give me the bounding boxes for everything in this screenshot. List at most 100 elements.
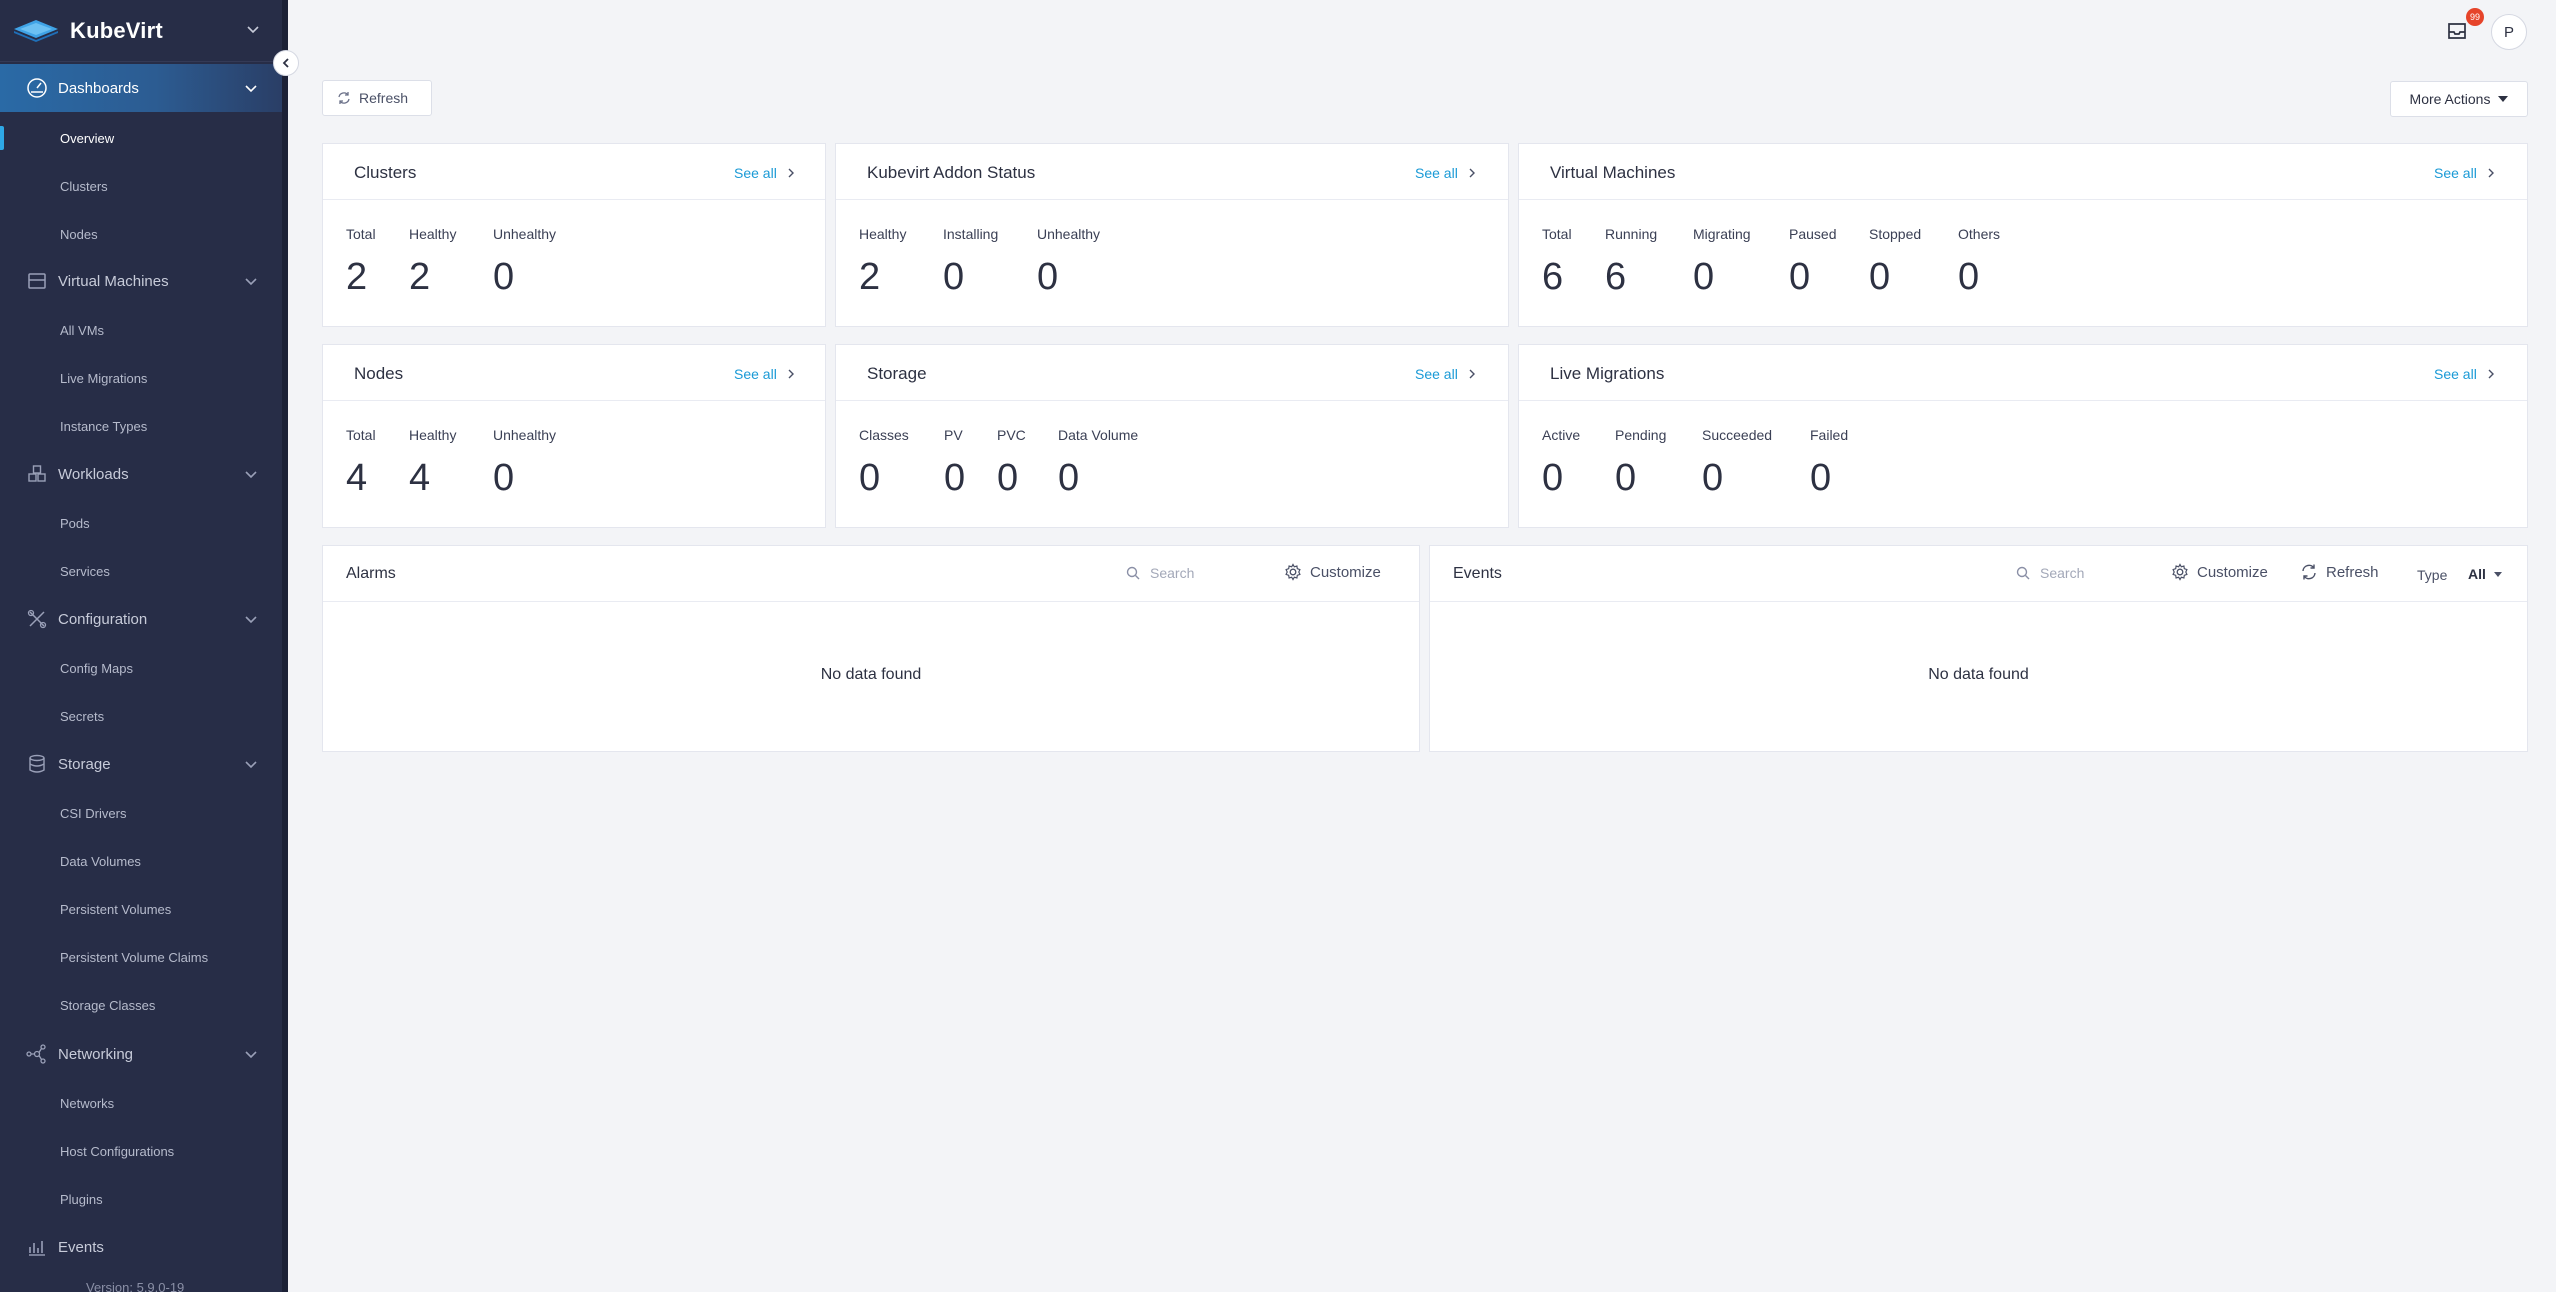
sidebar-group-dashboards[interactable]: Dashboards — [0, 64, 282, 112]
sidebar-item-all-vms[interactable]: All VMs — [0, 310, 282, 350]
see-all-link[interactable]: See all — [2434, 366, 2495, 382]
sidebar-item-csi-drivers[interactable]: CSI Drivers — [0, 793, 282, 833]
stat-value: 0 — [1789, 256, 1811, 298]
version-text: Version: 5.9.0-19 — [86, 1280, 185, 1292]
stat-label: Unhealthy — [1037, 226, 1101, 242]
sidebar-group-label: Workloads — [58, 465, 129, 483]
events-search-input[interactable]: Search — [2016, 565, 2084, 581]
live-migrations-card: Live Migrations See all Active 0 Pending 0… — [1518, 344, 2528, 528]
stat-value: 0 — [1058, 457, 1080, 499]
stat-label: Total — [346, 226, 376, 242]
dashboard-icon — [27, 78, 47, 98]
brand[interactable]: KubeVirt — [0, 0, 288, 62]
see-all-link[interactable]: See all — [734, 165, 795, 181]
refresh-icon — [2302, 564, 2316, 580]
stat-label: Healthy — [409, 226, 457, 242]
stat-pending: Pending 0 — [1615, 427, 1666, 500]
see-all-link[interactable]: See all — [734, 366, 795, 382]
chevron-right-icon — [2488, 369, 2494, 379]
alarms-empty-state: No data found — [820, 666, 922, 683]
stat-total: Total 2 — [346, 226, 376, 299]
type-filter-label: Type — [2417, 567, 2448, 583]
sidebar-item-host-configurations[interactable]: Host Configurations — [0, 1131, 282, 1171]
alarms-header: Alarms Search Customize — [323, 546, 1419, 602]
see-all-label: See all — [2434, 366, 2477, 382]
card-title: Nodes — [354, 364, 404, 383]
sidebar-item-persistent-volumes[interactable]: Persistent Volumes — [0, 889, 282, 929]
sidebar-item-instance-types[interactable]: Instance Types — [0, 406, 282, 446]
stat-total: Total 6 — [1542, 226, 1572, 299]
sidebar-item-live-migrations[interactable]: Live Migrations — [0, 358, 282, 398]
sidebar-item-config-maps[interactable]: Config Maps — [0, 648, 282, 688]
stat-value: 0 — [1869, 256, 1891, 298]
sidebar-item-plugins[interactable]: Plugins — [0, 1179, 282, 1219]
workloads-icon — [28, 465, 46, 482]
stat-label: Total — [346, 427, 376, 443]
stat-pvc: PVC 0 — [997, 427, 1026, 500]
events-header: Events Search Customize Refresh Type All — [1430, 546, 2527, 602]
see-all-label: See all — [1415, 366, 1458, 382]
chevron-down-icon — [245, 85, 257, 93]
sidebar-item-pods[interactable]: Pods — [0, 503, 282, 543]
events-customize-button[interactable]: Customize — [2171, 563, 2268, 581]
chevron-right-icon — [788, 168, 794, 178]
sidebar-item-overview[interactable]: Overview — [0, 118, 282, 158]
alarms-search-input[interactable]: Search — [1126, 565, 1194, 581]
refresh-button[interactable]: Refresh — [322, 80, 432, 116]
sidebar-group-storage[interactable]: Storage — [0, 740, 282, 788]
more-actions-button[interactable]: More Actions — [2390, 81, 2528, 117]
sidebar-item-clusters[interactable]: Clusters — [0, 166, 282, 206]
stat-value: 0 — [997, 457, 1019, 499]
events-empty-state: No data found — [1928, 666, 2029, 683]
chevron-right-icon — [788, 369, 794, 379]
stat-label: Data Volume — [1058, 427, 1139, 443]
sidebar-item-storage-classes[interactable]: Storage Classes — [0, 985, 282, 1025]
stat-label: Stopped — [1869, 226, 1922, 242]
addon-status-card: Kubevirt Addon Status See all Healthy 2 I… — [835, 143, 1509, 327]
sidebar-group-label: Dashboards — [58, 79, 139, 97]
alarms-customize-button[interactable]: Customize — [1284, 563, 1381, 581]
card-title: Clusters — [354, 163, 417, 182]
stat-label: Migrating — [1693, 226, 1751, 242]
sidebar: KubeVirt Dashboards Overview Clusters No… — [0, 0, 288, 1292]
stat-label: Healthy — [409, 427, 457, 443]
sidebar-collapse-button[interactable] — [273, 50, 299, 76]
sidebar-scrollbar[interactable] — [282, 0, 288, 1292]
refresh-label: Refresh — [2326, 563, 2379, 581]
caret-down-icon — [2493, 571, 2502, 577]
sidebar-group-virtual-machines[interactable]: Virtual Machines — [0, 257, 282, 305]
sidebar-item-data-volumes[interactable]: Data Volumes — [0, 841, 282, 881]
avatar[interactable]: P — [2491, 14, 2527, 50]
vm-icon — [28, 273, 46, 289]
chevron-right-icon — [1469, 369, 1475, 379]
type-filter-value: All — [2468, 566, 2486, 582]
stat-value: 6 — [1605, 256, 1627, 298]
search-icon — [2016, 566, 2030, 580]
stat-label: Pending — [1615, 427, 1667, 443]
see-all-link[interactable]: See all — [2434, 165, 2495, 181]
stat-label: Unhealthy — [493, 226, 557, 242]
sidebar-item-services[interactable]: Services — [0, 551, 282, 591]
stat-pv: PV 0 — [944, 427, 965, 500]
see-all-link[interactable]: See all — [1415, 366, 1476, 382]
refresh-label: Refresh — [359, 90, 409, 106]
configuration-icon — [27, 609, 47, 629]
stat-value: 2 — [409, 256, 431, 298]
alarms-panel: Alarms Search Customize No data found — [322, 545, 1420, 752]
refresh-icon — [338, 92, 350, 104]
events-title: Events — [1453, 565, 1502, 582]
sidebar-group-events[interactable]: Events — [0, 1223, 282, 1271]
caret-down-icon — [2498, 96, 2509, 102]
sidebar-item-networks[interactable]: Networks — [0, 1083, 282, 1123]
sidebar-item-nodes[interactable]: Nodes — [0, 214, 282, 254]
sidebar-item-secrets[interactable]: Secrets — [0, 696, 282, 736]
events-refresh-button[interactable]: Refresh — [2300, 563, 2379, 581]
sidebar-item-persistent-volume-claims[interactable]: Persistent Volume Claims — [0, 937, 282, 977]
see-all-label: See all — [1415, 165, 1458, 181]
sidebar-group-networking[interactable]: Networking — [0, 1030, 282, 1078]
sidebar-group-configuration[interactable]: Configuration — [0, 595, 282, 643]
sidebar-group-workloads[interactable]: Workloads — [0, 450, 282, 498]
type-filter-select[interactable]: All — [2468, 566, 2502, 582]
see-all-link[interactable]: See all — [1415, 165, 1476, 181]
chevron-down-icon[interactable] — [246, 22, 260, 36]
